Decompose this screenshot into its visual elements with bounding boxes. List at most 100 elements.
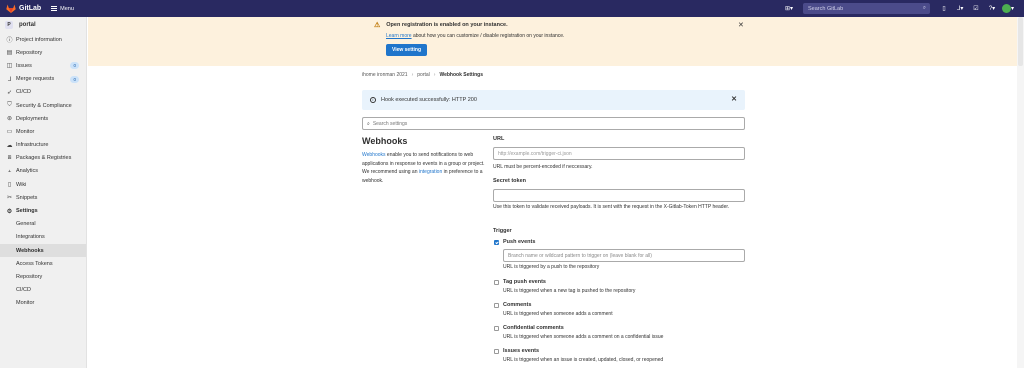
sidebar-item-infrastructure[interactable]: ☁ Infrastructure [0,139,86,152]
sidebar-subitem-general[interactable]: General [0,218,86,231]
issues-events-label[interactable]: Issues events [503,348,539,354]
gitlab-home-link[interactable]: GitLab [6,4,41,13]
banner-text: Learn more about how you can customize /… [386,33,564,39]
sidebar-item-merge-requests[interactable]: ᒧ Merge requests 0 [0,73,86,86]
webhooks-title: Webhooks [362,136,408,146]
view-setting-button[interactable]: View setting [386,44,427,56]
sidebar-item-snippets[interactable]: ✂ Snippets [0,191,86,204]
banner-text-body: about how you can customize / disable re… [411,33,565,39]
scissors-icon: ✂ [6,195,13,202]
sidebar-subitem-ci-cd[interactable]: CI/CD [0,284,86,297]
search-settings-input[interactable]: ⌕ Search settings [362,117,745,130]
issues-icon: ◫ [6,63,13,70]
brand-name: GitLab [19,5,42,12]
sidebar-item-label: Repository [16,49,43,56]
issues-nav-icon[interactable]: ▯ [938,3,950,15]
integration-link[interactable]: integration [419,169,442,175]
banner-title-row: ⚠ Open registration is enabled on your i… [374,21,564,29]
sidebar-item-label: Issues [16,62,32,69]
sidebar-subitem-webhooks[interactable]: Webhooks [0,244,86,258]
sidebar: P portal ⓘ Project information ▤ Repositor… [0,17,87,368]
global-search-input[interactable]: Search GitLab ⌕ [803,3,930,14]
secret-token-help-text: Use this token to validate received payl… [493,204,730,210]
tag-push-events-checkbox[interactable] [494,280,499,285]
sidebar-item-project-information[interactable]: ⓘ Project information [0,33,86,46]
trigger-issues-events: Issues events URL is triggered when an i… [493,348,745,366]
scrollbar-thumb[interactable] [1018,17,1023,66]
tag-push-events-label[interactable]: Tag push events [503,279,546,285]
sidebar-subitem-monitor[interactable]: Monitor [0,297,86,310]
new-item-dropdown-icon[interactable]: ⊞▾ [783,3,795,15]
doc-icon: ▤ [6,50,13,57]
page-scrollbar[interactable] [1017,17,1024,368]
sidebar-item-label: Packages & Registries [16,155,72,162]
tag-push-events-help: URL is triggered when a new tag is pushe… [503,288,636,294]
help-dropdown-icon[interactable]: ?▾ [986,3,998,15]
gear-icon: ⚙ [6,208,13,215]
confidential-comments-checkbox[interactable] [494,326,499,331]
comments-checkbox[interactable] [494,303,499,308]
sidebar-item-analytics[interactable]: ⫠ Analytics [0,165,86,178]
trigger-confidential-comments: Confidential comments URL is triggered w… [493,325,745,343]
comments-label[interactable]: Comments [503,302,531,308]
webhooks-description: Webhooks enable you to send notification… [362,151,486,185]
sidebar-item-deployments[interactable]: ⊛ Deployments [0,112,86,125]
sidebar-project-header[interactable]: P portal [0,17,86,33]
webhooks-docs-link[interactable]: Webhooks [362,152,386,158]
sidebar-item-monitor[interactable]: ▭ Monitor [0,125,86,138]
project-name: portal [19,22,36,28]
issues-events-checkbox[interactable] [494,349,499,354]
trigger-label: Trigger [493,228,512,234]
push-events-label[interactable]: Push events [503,239,535,245]
issues-events-help: URL is triggered when an issue is create… [503,357,664,363]
url-input[interactable]: http://example.com/trigger-ci.json [493,147,745,160]
registration-banner: ⚠ Open registration is enabled on your i… [88,17,1017,66]
user-menu[interactable]: ▾ [1002,3,1014,15]
cloud-icon: ☁ [6,142,13,149]
close-icon[interactable]: ✕ [738,21,744,29]
sidebar-subitem-integrations[interactable]: Integrations [0,231,86,244]
sidebar-item-security-compliance[interactable]: ⛉ Security & Compliance [0,99,86,112]
sidebar-subitem-access-tokens[interactable]: Access Tokens [0,257,86,270]
banner-title: Open registration is enabled on your ins… [386,22,508,28]
todos-nav-icon[interactable]: ☑ [970,3,982,15]
top-navbar: GitLab Menu ⊞▾ Search GitLab ⌕ ▯ ᒧ▾ ☑ ?▾… [0,0,1024,17]
info-circle-icon: i [370,97,376,103]
hamburger-icon [51,6,58,11]
search-settings-placeholder: Search settings [372,120,408,127]
sidebar-item-label: Settings [16,208,38,215]
gitlab-logo-icon [6,4,16,13]
confidential-comments-label[interactable]: Confidential comments [503,325,564,331]
menu-button[interactable]: Menu [51,6,74,12]
issues-count-badge: 0 [70,62,79,70]
breadcrumb: ihome ironman 2021 › portal › Webhook Se… [362,72,483,78]
sidebar-item-ci-cd[interactable]: ➶ CI/CD [0,86,86,99]
sidebar-item-issues[interactable]: ◫ Issues 0 [0,59,86,72]
sidebar-subitem-repository[interactable]: Repository [0,270,86,283]
secret-token-input[interactable] [493,189,745,202]
sidebar-item-packages-registries[interactable]: ⧈ Packages & Registries [0,152,86,165]
sidebar-item-label: Merge requests [16,76,55,83]
learn-more-link[interactable]: Learn more [386,33,412,39]
sidebar-item-settings[interactable]: ⚙ Settings [0,204,86,217]
breadcrumb-current[interactable]: Webhook Settings [439,72,483,78]
breadcrumb-group[interactable]: ihome ironman 2021 [362,72,408,78]
merge-requests-nav-icon[interactable]: ᒧ▾ [954,3,966,15]
search-icon: ⌕ [367,120,370,127]
chevron-right-icon: › [433,72,436,78]
branch-filter-input[interactable]: Branch name or wildcard pattern to trigg… [503,249,745,262]
push-events-checkbox[interactable] [494,240,499,245]
info-icon: ⓘ [6,38,13,45]
sidebar-item-label: Project information [16,36,62,43]
dismiss-flash-icon[interactable]: ✕ [731,95,737,103]
url-help-text: URL must be percent-encoded if neccessar… [493,164,593,170]
breadcrumb-project[interactable]: portal [417,72,430,78]
confidential-comments-help: URL is triggered when someone adds a com… [503,334,664,340]
search-icon: ⌕ [922,5,926,11]
project-avatar: P [5,21,13,29]
comments-help: URL is triggered when someone adds a com… [503,311,613,317]
book-icon: ▯ [7,182,12,189]
sidebar-item-label: Security & Compliance [16,102,72,109]
sidebar-item-wiki[interactable]: ▯ Wiki [0,178,86,191]
sidebar-item-repository[interactable]: ▤ Repository [0,46,86,59]
